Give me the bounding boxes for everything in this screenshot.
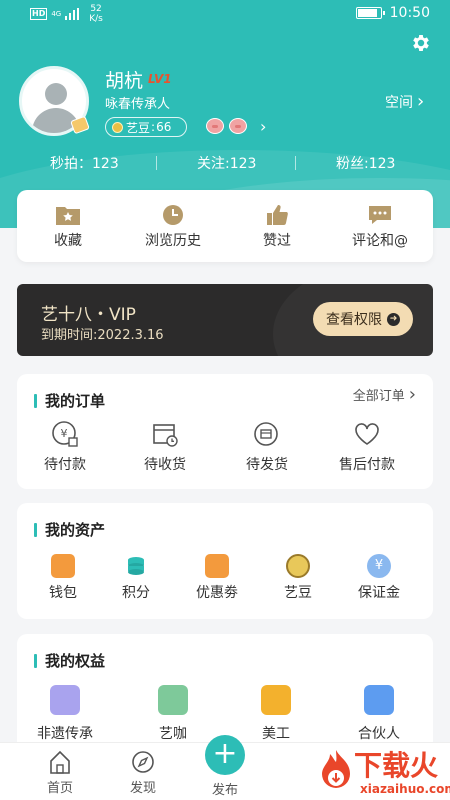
thumbs-up-icon [267, 205, 288, 225]
stat-fans[interactable]: 粉丝:123 [336, 153, 395, 173]
nav-discover[interactable]: 发现 [113, 749, 173, 796]
payment-pending-icon: ¥ [52, 421, 78, 447]
right-design[interactable]: 美工 [231, 685, 321, 743]
coupon-icon [205, 554, 229, 578]
rights-title: 我的权益 [34, 650, 105, 671]
view-privileges-button[interactable]: 查看权限 ➜ [313, 302, 413, 336]
receive-pending-icon [153, 424, 178, 447]
wallet-icon [51, 554, 75, 578]
pig-badge-icon [206, 118, 224, 134]
quick-action-liked[interactable]: 赞过 [232, 204, 322, 250]
points-coins-icon [128, 557, 144, 575]
user-title: 咏春传承人 [105, 97, 171, 112]
artist-icon [158, 685, 188, 715]
stat-seconds[interactable]: 秒拍：123 [50, 153, 119, 173]
space-link[interactable]: 空间 › [385, 92, 424, 112]
vip-banner[interactable]: 艺十八・VIP 到期时间:2022.3.16 查看权限 ➜ [17, 284, 433, 356]
network-type: 4G [51, 10, 62, 18]
quick-action-favorites[interactable]: 收藏 [23, 204, 113, 250]
beans-label: 艺豆 [126, 120, 151, 135]
vip-expire-date: 到期时间:2022.3.16 [41, 328, 164, 343]
all-orders-link[interactable]: 全部订单 › [353, 385, 416, 404]
assets-title: 我的资产 [34, 519, 105, 540]
beans-value: 66 [156, 120, 172, 134]
comment-icon [369, 206, 391, 224]
status-bar: HD 4G 52 K/s 10:50 [0, 0, 450, 28]
battery-icon [355, 7, 385, 19]
right-partner[interactable]: 合伙人 [334, 685, 424, 743]
user-name: 胡杭 [105, 70, 144, 92]
order-pending-payment[interactable]: ¥ 待付款 [25, 420, 105, 474]
ship-pending-icon [254, 422, 278, 446]
quick-action-history[interactable]: 浏览历史 [128, 204, 218, 250]
clock-icon [163, 205, 183, 225]
user-level-badge: LV1 [148, 72, 172, 86]
right-artist[interactable]: 艺咖 [128, 685, 218, 743]
orders-title: 我的订单 [34, 390, 105, 411]
asset-points[interactable]: 积分 [96, 554, 176, 602]
beans-separator: : [151, 120, 156, 134]
bean-coin-icon [112, 121, 123, 133]
quick-actions-card: 收藏 浏览历史 赞过 评论和@ [17, 190, 433, 262]
home-icon [50, 750, 70, 774]
partner-handshake-icon [364, 685, 394, 715]
stats-row: 秒拍：123 关注:123 粉丝:123 [0, 153, 450, 173]
settings-gear-icon[interactable] [410, 32, 432, 54]
svg-text:¥: ¥ [61, 427, 68, 440]
flame-logo-icon [322, 750, 350, 788]
nav-home[interactable]: 首页 [30, 749, 90, 796]
chevron-right-icon: › [417, 91, 425, 112]
order-pending-receipt[interactable]: 待收货 [125, 420, 205, 474]
design-icon [261, 685, 291, 715]
asset-deposit[interactable]: ¥ 保证金 [339, 554, 419, 602]
after-sales-heart-icon [355, 423, 379, 445]
assets-card: 我的资产 钱包 积分 优惠劵 艺豆 ¥ 保证金 [17, 503, 433, 619]
right-heritage[interactable]: 非遗传承 [20, 685, 110, 743]
watermark-url: xiazaihuo.com [360, 782, 450, 796]
chevron-right-icon[interactable]: › [260, 118, 266, 136]
asset-wallet[interactable]: 钱包 [23, 554, 103, 602]
stat-follow[interactable]: 关注:123 [197, 153, 256, 173]
beans-balance-pill[interactable]: 艺豆 : 66 [105, 117, 187, 137]
vip-title: 艺十八・VIP [41, 305, 136, 325]
star-folder-icon [56, 207, 80, 225]
quick-action-comments[interactable]: 评论和@ [335, 204, 425, 250]
bean-coin-icon [286, 554, 310, 578]
deposit-yen-icon: ¥ [367, 554, 391, 578]
order-pending-shipment[interactable]: 待发货 [227, 420, 307, 474]
chevron-right-icon: › [408, 383, 416, 405]
clock-time: 10:50 [389, 5, 430, 21]
arrow-right-circle-icon: ➜ [387, 312, 400, 326]
space-label: 空间 [385, 95, 413, 111]
heritage-icon [50, 685, 80, 715]
watermark: 下载火 xiazaihuo.com [312, 742, 450, 800]
publish-label: 发布 [211, 783, 238, 798]
network-speed: 52 K/s [89, 4, 103, 24]
asset-coupon[interactable]: 优惠劵 [177, 554, 257, 602]
asset-beans[interactable]: 艺豆 [258, 554, 338, 602]
orders-card: 我的订单 全部订单 › ¥ 待付款 待收货 待发货 售后付款 [17, 374, 433, 489]
compass-icon [132, 751, 154, 773]
order-after-sales[interactable]: 售后付款 [327, 420, 407, 474]
signal-icon [65, 8, 80, 20]
pig-badge-icon [229, 118, 247, 134]
watermark-text: 下载火 [354, 749, 439, 782]
publish-button[interactable]: + [205, 735, 245, 775]
hd-badge: HD [30, 8, 48, 20]
